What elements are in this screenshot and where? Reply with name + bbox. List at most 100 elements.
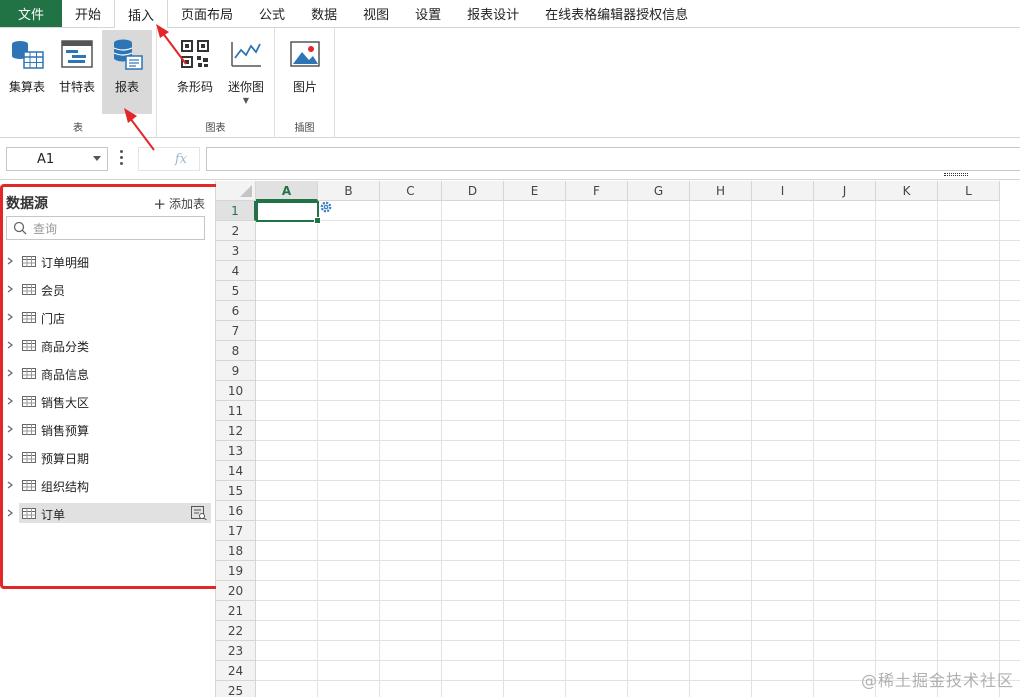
more-vertical-icon[interactable] <box>120 150 124 168</box>
column-header[interactable]: B <box>318 181 380 201</box>
chevron-right-icon[interactable] <box>7 453 13 461</box>
column-header[interactable]: K <box>876 181 938 201</box>
picture-button[interactable]: 图片 <box>282 30 328 114</box>
report-button[interactable]: 报表 <box>102 30 152 114</box>
row-header[interactable]: 21 <box>216 601 256 621</box>
row-header[interactable]: 6 <box>216 301 256 321</box>
tree-item[interactable]: 销售大区 <box>0 387 216 415</box>
row-header[interactable]: 23 <box>216 641 256 661</box>
insert-function-button[interactable]: fx <box>138 147 200 171</box>
add-table-button[interactable]: + 添加表 <box>153 195 205 212</box>
chevron-right-icon[interactable] <box>7 285 13 293</box>
column-header[interactable]: J <box>814 181 876 201</box>
row-header[interactable]: 7 <box>216 321 256 341</box>
tab-settings[interactable]: 设置 <box>402 0 454 27</box>
row-header[interactable]: 10 <box>216 381 256 401</box>
column-header[interactable]: C <box>380 181 442 201</box>
row-header[interactable]: 15 <box>216 481 256 501</box>
chevron-down-icon[interactable]: ▼ <box>243 97 249 105</box>
row-header[interactable]: 2 <box>216 221 256 241</box>
tab-file[interactable]: 文件 <box>0 0 62 27</box>
preview-icon[interactable] <box>191 506 207 520</box>
row-header[interactable]: 25 <box>216 681 256 697</box>
tree-item[interactable]: 订单明细 <box>0 247 216 275</box>
tree-item-label: 订单 <box>41 508 66 522</box>
cell-area[interactable] <box>256 201 1020 697</box>
tree-item[interactable]: 商品信息 <box>0 359 216 387</box>
picture-icon <box>290 41 320 67</box>
tab-home[interactable]: 开始 <box>62 0 114 27</box>
tree-item-label: 商品分类 <box>41 340 90 354</box>
tree-item-label: 销售预算 <box>41 424 90 438</box>
row-header[interactable]: 5 <box>216 281 256 301</box>
row-header[interactable]: 24 <box>216 661 256 681</box>
row-header[interactable]: 1 <box>216 201 256 221</box>
tree-item[interactable]: 订单 <box>0 499 216 527</box>
column-header[interactable]: A <box>256 181 318 201</box>
tree-item[interactable]: 商品分类 <box>0 331 216 359</box>
barcode-button[interactable]: 条形码 <box>171 30 219 114</box>
name-box-value: A1 <box>37 151 55 167</box>
column-header[interactable]: L <box>938 181 1000 201</box>
row-header[interactable]: 20 <box>216 581 256 601</box>
row-header[interactable]: 3 <box>216 241 256 261</box>
select-all-corner[interactable] <box>216 181 256 201</box>
column-header[interactable]: G <box>628 181 690 201</box>
tree-item[interactable]: 会员 <box>0 275 216 303</box>
row-header[interactable]: 14 <box>216 461 256 481</box>
chevron-right-icon[interactable] <box>7 369 13 377</box>
resize-handle[interactable] <box>944 173 968 176</box>
gantt-button[interactable]: 甘特表 <box>54 30 100 114</box>
formula-input[interactable] <box>206 147 1020 171</box>
tree-item-label: 销售大区 <box>41 396 90 410</box>
search-input[interactable]: 查询 <box>6 216 205 240</box>
row-header[interactable]: 16 <box>216 501 256 521</box>
panel-title: 数据源 <box>6 196 48 212</box>
tab-data[interactable]: 数据 <box>298 0 350 27</box>
tree-item[interactable]: 门店 <box>0 303 216 331</box>
table-icon <box>22 396 36 407</box>
chevron-right-icon[interactable] <box>7 425 13 433</box>
row-header[interactable]: 13 <box>216 441 256 461</box>
tree-item[interactable]: 预算日期 <box>0 443 216 471</box>
tab-license-info[interactable]: 在线表格编辑器授权信息 <box>532 0 701 27</box>
row-header[interactable]: 17 <box>216 521 256 541</box>
chevron-right-icon[interactable] <box>7 341 13 349</box>
qrcode-icon <box>181 40 209 68</box>
column-header[interactable]: F <box>566 181 628 201</box>
name-box[interactable]: A1 <box>6 147 108 171</box>
tab-insert[interactable]: 插入 <box>114 0 169 29</box>
chevron-right-icon[interactable] <box>7 509 13 517</box>
active-cell[interactable] <box>256 201 321 224</box>
chevron-right-icon[interactable] <box>7 313 13 321</box>
row-header[interactable]: 4 <box>216 261 256 281</box>
row-header[interactable]: 19 <box>216 561 256 581</box>
tab-view[interactable]: 视图 <box>350 0 402 27</box>
row-header[interactable]: 12 <box>216 421 256 441</box>
tab-page-layout[interactable]: 页面布局 <box>168 0 246 27</box>
chevron-right-icon[interactable] <box>7 481 13 489</box>
row-header[interactable]: 22 <box>216 621 256 641</box>
tree-item[interactable]: 销售预算 <box>0 415 216 443</box>
gear-icon[interactable] <box>319 200 333 214</box>
column-header[interactable]: I <box>752 181 814 201</box>
row-header[interactable]: 11 <box>216 401 256 421</box>
table-tree: 订单明细 会员 门店商品分类商品信息销售大区销售预算预算日期 组织结构订单 <box>0 247 216 527</box>
tab-formulas[interactable]: 公式 <box>246 0 298 27</box>
data-table-button[interactable]: 集算表 <box>4 30 50 114</box>
tree-item[interactable]: 组织结构 <box>0 471 216 499</box>
chevron-down-icon[interactable] <box>93 156 101 161</box>
column-header[interactable]: E <box>504 181 566 201</box>
row-header[interactable]: 9 <box>216 361 256 381</box>
column-header[interactable]: D <box>442 181 504 201</box>
ribbon-group-table: 集算表 甘特表 报表 表 <box>0 28 157 138</box>
tab-report-design[interactable]: 报表设计 <box>454 0 532 27</box>
column-header[interactable]: H <box>690 181 752 201</box>
chevron-right-icon[interactable] <box>7 397 13 405</box>
row-header[interactable]: 8 <box>216 341 256 361</box>
spreadsheet-grid[interactable]: ABCDEFGHIJKL 1 2 3 4 5 6 7 8 9 10 11 12 13 14 15 16 17 18… <box>216 181 1020 697</box>
table-icon <box>22 452 36 463</box>
row-header[interactable]: 18 <box>216 541 256 561</box>
sparkline-button[interactable]: 迷你图 ▼ <box>223 30 269 114</box>
chevron-right-icon[interactable] <box>7 257 13 265</box>
